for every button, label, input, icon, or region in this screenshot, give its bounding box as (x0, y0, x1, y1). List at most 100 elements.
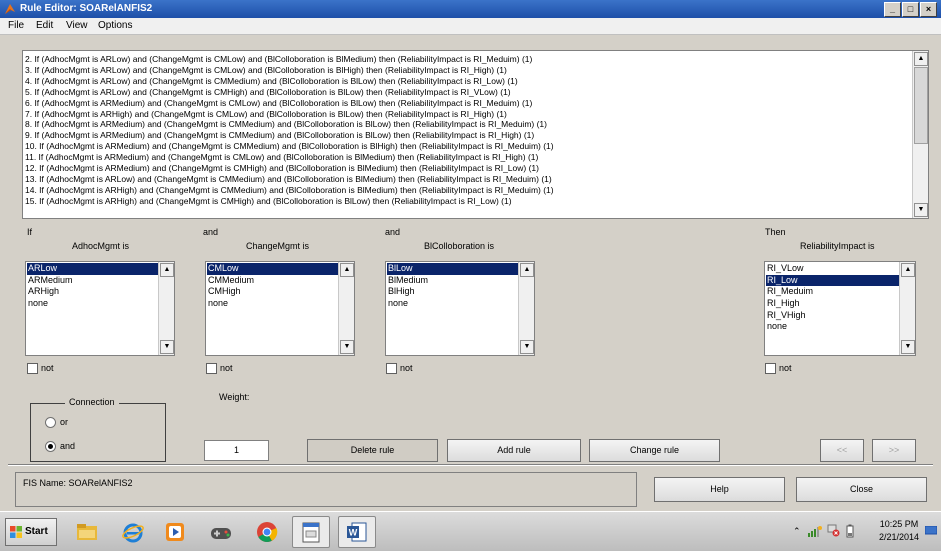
title-bar[interactable]: Rule Editor: SOARelANFIS2 _ □ × (0, 0, 941, 18)
listbox-option[interactable]: RI_Meduim (766, 286, 899, 298)
taskbar: Start W ⌃ 10:25 PM 2/21/2014 (0, 511, 941, 551)
menu-bar: File Edit View Options (0, 18, 941, 35)
listbox-option[interactable]: CMHigh (207, 286, 338, 298)
figure-window-icon (302, 522, 320, 543)
scroll-up-icon[interactable]: ▲ (340, 263, 354, 277)
rule-item[interactable]: 4. If (AdhocMgmt is ARLow) and (ChangeMg… (25, 76, 905, 87)
rule-item[interactable]: 9. If (AdhocMgmt is ARMedium) and (Chang… (25, 130, 905, 141)
scroll-down-icon[interactable]: ▼ (340, 340, 354, 354)
rule-item[interactable]: 14. If (AdhocMgmt is ARHigh) and (Change… (25, 185, 905, 196)
not-checkbox-changemgmt[interactable] (206, 363, 217, 374)
svg-text:W: W (349, 528, 358, 538)
rule-item[interactable]: 12. If (AdhocMgmt is ARMedium) and (Chan… (25, 163, 905, 174)
listbox-option[interactable]: none (27, 298, 158, 310)
listbox-option[interactable]: ARHigh (27, 286, 158, 298)
rule-item[interactable]: 8. If (AdhocMgmt is ARMedium) and (Chang… (25, 119, 905, 130)
show-hidden-icons-icon[interactable]: ⌃ (793, 526, 801, 537)
listbox-option[interactable]: ARLow (27, 263, 158, 275)
action-center-flag-icon[interactable] (827, 524, 840, 537)
listbox-scrollbar[interactable]: ▲ ▼ (518, 262, 534, 355)
menu-edit[interactable]: Edit (36, 20, 53, 31)
changemgmt-label: ChangeMgmt is (246, 241, 310, 251)
gamepad-icon (211, 528, 231, 539)
scroll-down-icon[interactable]: ▼ (520, 340, 534, 354)
menu-options[interactable]: Options (98, 20, 132, 31)
taskbar-chrome[interactable] (248, 516, 286, 548)
listbox-option[interactable]: CMLow (207, 263, 338, 275)
rules-listbox[interactable]: 2. If (AdhocMgmt is ARLow) and (ChangeMg… (22, 50, 929, 219)
listbox-option[interactable]: none (387, 298, 518, 310)
scroll-up-icon[interactable]: ▲ (520, 263, 534, 277)
rules-scrollbar[interactable]: ▲ ▼ (912, 51, 928, 218)
battery-icon[interactable] (845, 524, 855, 538)
listbox-option[interactable]: BlHigh (387, 286, 518, 298)
scroll-down-icon[interactable]: ▼ (160, 340, 174, 354)
listbox-option[interactable]: ARMedium (27, 275, 158, 287)
blcolloboration-label: BlColloboration is (424, 241, 495, 251)
prev-button[interactable]: << (820, 439, 864, 462)
taskbar-media-player[interactable] (156, 516, 194, 548)
word-icon: W (347, 522, 367, 542)
reliabilityimpact-listbox[interactable]: RI_VLow RI_Low RI_Meduim RI_High RI_VHigh non… (764, 261, 916, 356)
delete-rule-button[interactable]: Delete rule (307, 439, 438, 462)
listbox-option[interactable]: RI_VHigh (766, 310, 899, 322)
taskbar-word[interactable]: W (338, 516, 376, 548)
listbox-scrollbar[interactable]: ▲ ▼ (899, 262, 915, 355)
not-checkbox-blcolloboration[interactable] (386, 363, 397, 374)
listbox-option[interactable]: CMMedium (207, 275, 338, 287)
scroll-up-icon[interactable]: ▲ (901, 263, 915, 277)
windows-flag-icon (10, 526, 22, 538)
start-button[interactable]: Start (5, 518, 57, 546)
listbox-option[interactable]: none (207, 298, 338, 310)
listbox-option[interactable]: BlMedium (387, 275, 518, 287)
change-rule-button[interactable]: Change rule (589, 439, 720, 462)
changemgmt-listbox[interactable]: CMLow CMMedium CMHigh none ▲ ▼ (205, 261, 355, 356)
listbox-scrollbar[interactable]: ▲ ▼ (158, 262, 174, 355)
scroll-up-icon[interactable]: ▲ (160, 263, 174, 277)
rule-item[interactable]: 3. If (AdhocMgmt is ARLow) and (ChangeMg… (25, 65, 905, 76)
rule-item[interactable]: 7. If (AdhocMgmt is ARHigh) and (ChangeM… (25, 109, 905, 120)
help-button[interactable]: Help (654, 477, 785, 502)
taskbar-matlab-figure[interactable] (292, 516, 330, 548)
taskbar-explorer[interactable] (68, 516, 106, 548)
network-signal-icon[interactable] (808, 525, 822, 537)
weight-input[interactable]: 1 (204, 440, 269, 461)
listbox-scrollbar[interactable]: ▲ ▼ (338, 262, 354, 355)
rule-item[interactable]: 13. If (AdhocMgmt is ARLow) and (ChangeM… (25, 174, 905, 185)
listbox-option[interactable]: RI_VLow (766, 263, 899, 275)
rule-item[interactable]: 11. If (AdhocMgmt is ARMedium) and (Chan… (25, 152, 905, 163)
scroll-up-icon[interactable]: ▲ (914, 52, 928, 66)
blcolloboration-listbox[interactable]: BlLow BlMedium BlHigh none ▲ ▼ (385, 261, 535, 356)
taskbar-game[interactable] (202, 516, 240, 548)
listbox-option[interactable]: RI_High (766, 298, 899, 310)
clock-time: 10:25 PM (879, 519, 919, 529)
listbox-option[interactable]: BlLow (387, 263, 518, 275)
menu-file[interactable]: File (8, 20, 24, 31)
not-checkbox-reliabilityimpact[interactable] (765, 363, 776, 374)
minimize-button[interactable]: _ (884, 2, 901, 17)
show-desktop-icon[interactable] (925, 526, 937, 536)
not-checkbox-adhocmgmt[interactable] (27, 363, 38, 374)
add-rule-button[interactable]: Add rule (447, 439, 581, 462)
rule-item[interactable]: 15. If (AdhocMgmt is ARHigh) and (Change… (25, 196, 905, 207)
next-button[interactable]: >> (872, 439, 916, 462)
scroll-thumb[interactable] (914, 67, 928, 144)
menu-view[interactable]: View (66, 20, 88, 31)
rule-item[interactable]: 5. If (AdhocMgmt is ARLow) and (ChangeMg… (25, 87, 905, 98)
close-window-button[interactable]: × (920, 2, 937, 17)
rule-item[interactable]: 6. If (AdhocMgmt is ARMedium) and (Chang… (25, 98, 905, 109)
reliabilityimpact-label: ReliabilityImpact is (800, 241, 875, 251)
scroll-down-icon[interactable]: ▼ (914, 203, 928, 217)
maximize-button[interactable]: □ (902, 2, 919, 17)
clock[interactable]: 10:25 PM 2/21/2014 (879, 518, 919, 544)
listbox-option[interactable]: RI_Low (766, 274, 899, 287)
listbox-option[interactable]: none (766, 321, 899, 333)
rule-item[interactable]: 2. If (AdhocMgmt is ARLow) and (ChangeMg… (25, 54, 905, 65)
close-button[interactable]: Close (796, 477, 927, 502)
adhocmgmt-listbox[interactable]: ARLow ARMedium ARHigh none ▲ ▼ (25, 261, 175, 356)
rule-item[interactable]: 10. If (AdhocMgmt is ARMedium) and (Chan… (25, 141, 905, 152)
scroll-down-icon[interactable]: ▼ (901, 340, 915, 354)
and-radio[interactable] (45, 441, 56, 452)
or-radio[interactable] (45, 417, 56, 428)
taskbar-ie[interactable] (114, 516, 152, 548)
